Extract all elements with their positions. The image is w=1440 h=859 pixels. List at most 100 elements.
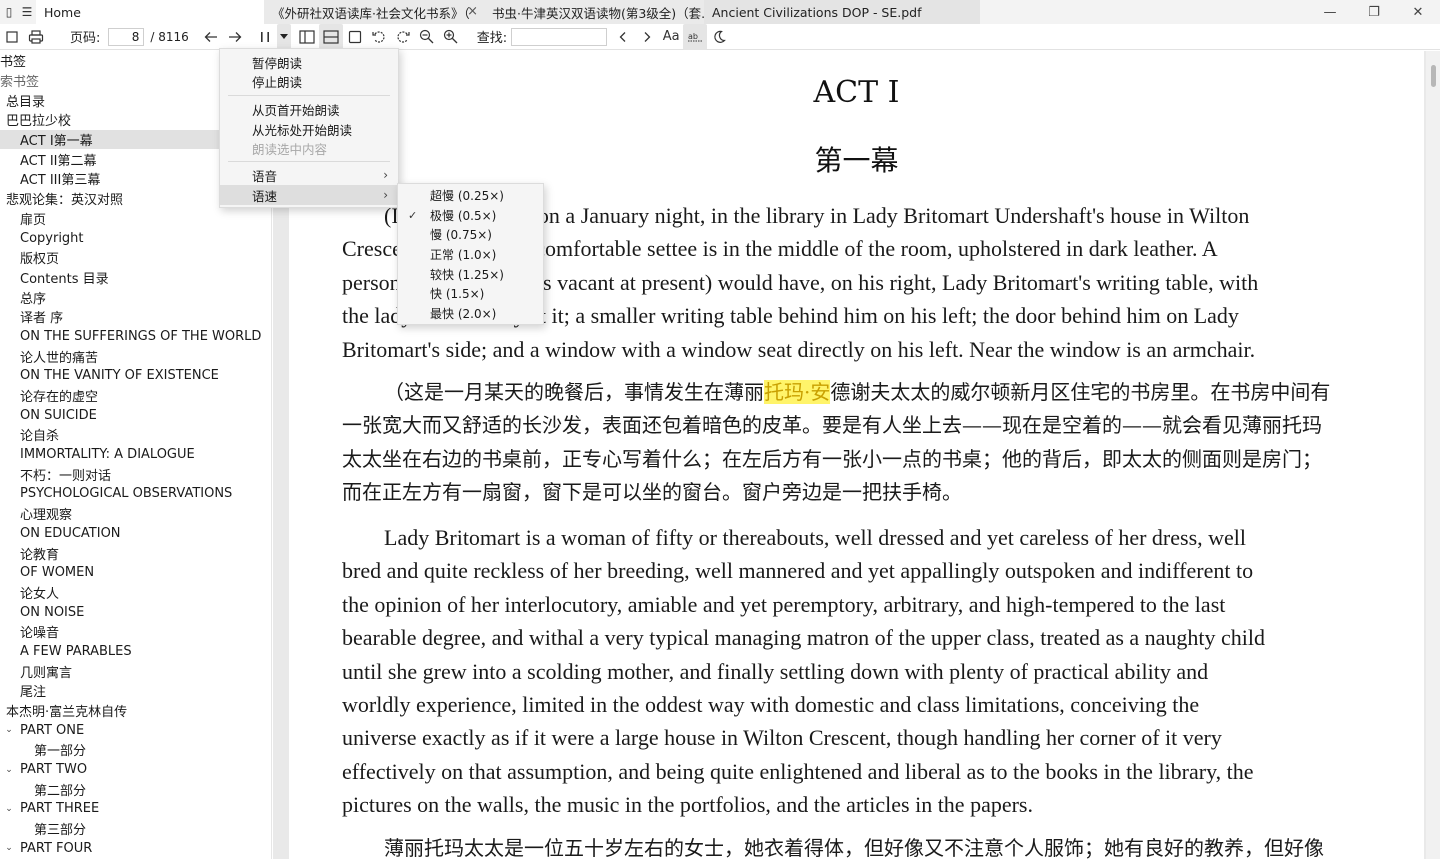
sidebar-item[interactable]: Contents 目录 bbox=[0, 268, 271, 288]
speed-option[interactable]: ✓ 极慢 (0.5×) bbox=[398, 206, 543, 226]
chevron-down-icon[interactable]: ⌄ bbox=[2, 843, 16, 853]
speed-option[interactable]: 快 (1.5×) bbox=[398, 284, 543, 304]
pause-reading-icon[interactable] bbox=[253, 24, 277, 50]
sidebar-item[interactable]: IMMORTALITY: A DIALOGUE bbox=[0, 445, 271, 465]
chevron-down-icon[interactable]: ⌄ bbox=[2, 804, 16, 814]
sidebar-item[interactable]: 论存在的虚空 bbox=[0, 386, 271, 406]
sidebar-item[interactable]: ⌄ PART FOUR bbox=[0, 839, 271, 859]
sidebar-item[interactable]: 版权页 bbox=[0, 248, 271, 268]
tab-close-icon[interactable]: × bbox=[467, 4, 478, 19]
sidebar-item[interactable]: 第三部分 bbox=[0, 819, 271, 839]
menu-item-speed[interactable]: 语速 › bbox=[220, 185, 398, 205]
sidebar-item[interactable]: 总序 bbox=[0, 287, 271, 307]
menu-item-pause-reading[interactable]: 暂停朗读 bbox=[220, 52, 398, 72]
find-next-icon[interactable] bbox=[635, 24, 659, 50]
sidebar-item[interactable]: 论教育 bbox=[0, 543, 271, 563]
find-prev-icon[interactable] bbox=[611, 24, 635, 50]
menu-divider bbox=[228, 95, 390, 96]
sidebar-item-label: ON THE VANITY OF EXISTENCE bbox=[20, 368, 219, 384]
sidebar-item[interactable]: Copyright bbox=[0, 228, 271, 248]
window-controls: — ❐ ✕ bbox=[1308, 0, 1440, 24]
sidebar-item[interactable]: ON NOISE bbox=[0, 602, 271, 622]
find-input[interactable] bbox=[511, 27, 608, 46]
menu-item-read-from-cursor[interactable]: 从光标处开始朗读 bbox=[220, 119, 398, 139]
sidebar-item[interactable]: OF WOMEN bbox=[0, 563, 271, 583]
tab-document-2[interactable]: 书虫·牛津英汉双语读物(第3级全)（套... bbox=[484, 0, 704, 24]
text-line: the opinion of her interlocutory, amiabl… bbox=[342, 591, 1226, 617]
scrollbar-thumb[interactable] bbox=[1431, 65, 1436, 87]
sidebar-item[interactable]: 论噪音 bbox=[0, 622, 271, 642]
document-viewport[interactable]: ACT I 第一幕 (It is after dinner on a Janua… bbox=[273, 51, 1440, 859]
chevron-down-icon[interactable]: ⌄ bbox=[2, 725, 16, 735]
sidebar-item[interactable]: ON EDUCATION bbox=[0, 524, 271, 544]
menu-item-read-from-page-top[interactable]: 从页首开始朗读 bbox=[220, 99, 398, 119]
page-number-input[interactable]: 8 bbox=[108, 27, 145, 46]
sidebar-item[interactable]: ON SUICIDE bbox=[0, 405, 271, 425]
page-total: / 8116 bbox=[150, 29, 189, 44]
sidebar-item-label: 巴巴拉少校 bbox=[6, 114, 72, 130]
sidebar-item-label: 第三部分 bbox=[34, 823, 87, 839]
sidebar-item[interactable]: 尾注 bbox=[0, 681, 271, 701]
sidebar-item[interactable]: ⌄ PART ONE bbox=[0, 720, 271, 740]
sidebar-item[interactable]: ON THE VANITY OF EXISTENCE bbox=[0, 366, 271, 386]
speed-option[interactable]: 超慢 (0.25×) bbox=[398, 186, 543, 206]
sidebar-item[interactable]: A FEW PARABLES bbox=[0, 642, 271, 662]
sidebar-item[interactable]: ON THE SUFFERINGS OF THE WORLD bbox=[0, 327, 271, 347]
close-icon[interactable]: ✕ bbox=[1396, 0, 1440, 24]
sidebar-item[interactable]: 第二部分 bbox=[0, 779, 271, 799]
text-line: 太太坐在右边的书桌前，正专心写着什么；在左后方有一张小一点的书桌；他的背后，即太… bbox=[342, 446, 1322, 471]
menu-label: 语音 bbox=[252, 168, 278, 184]
whole-word-icon[interactable]: ab bbox=[683, 23, 708, 50]
sidebar-item[interactable]: 论自杀 bbox=[0, 425, 271, 445]
menu-item-voice[interactable]: 语音 › bbox=[220, 165, 398, 185]
dark-mode-icon[interactable] bbox=[707, 24, 731, 50]
chevron-down-icon[interactable]: ⌄ bbox=[2, 765, 16, 775]
sidebar-item[interactable]: ⌄ PART TWO bbox=[0, 760, 271, 780]
sidebar-item[interactable]: PSYCHOLOGICAL OBSERVATIONS bbox=[0, 484, 271, 504]
sidebar-item[interactable]: 论人世的痛苦 bbox=[0, 346, 271, 366]
reading-dropdown-icon[interactable] bbox=[276, 23, 291, 50]
text-line: universe exactly as if it were a large h… bbox=[342, 725, 1222, 751]
speed-option[interactable]: 最快 (2.0×) bbox=[398, 304, 543, 324]
single-page-view-icon[interactable] bbox=[295, 24, 319, 50]
speed-option[interactable]: 慢 (0.75×) bbox=[398, 225, 543, 245]
menu-item-stop-reading[interactable]: 停止朗读 bbox=[220, 71, 398, 91]
submenu-arrow-icon: › bbox=[383, 168, 388, 182]
tab-document-3[interactable]: Ancient Civilizations DOP - SE.pdf bbox=[704, 0, 980, 24]
speed-option[interactable]: 正常 (1.0×) bbox=[398, 245, 543, 265]
zoom-in-icon[interactable] bbox=[439, 24, 463, 50]
next-page-icon[interactable] bbox=[223, 24, 247, 50]
text-line: 一张宽大而又舒适的长沙发，表面还包着暗色的皮革。要是有人坐上去——现在是空着的—… bbox=[342, 413, 1322, 438]
fit-page-icon[interactable] bbox=[343, 24, 367, 50]
sidebar-item[interactable]: ⌄ PART THREE bbox=[0, 799, 271, 819]
bookmark-panel-icon[interactable] bbox=[0, 24, 24, 50]
app-icon[interactable]: ▯ bbox=[0, 0, 18, 24]
sidebar-item[interactable]: 扉页 bbox=[0, 209, 271, 229]
restore-icon[interactable]: ❐ bbox=[1352, 0, 1396, 24]
sidebar-item[interactable]: 译者 序 bbox=[0, 307, 271, 327]
sidebar-item[interactable]: 第一部分 bbox=[0, 740, 271, 760]
sidebar-item-label: 几则寓言 bbox=[20, 665, 73, 681]
zoom-out-icon[interactable] bbox=[415, 24, 439, 50]
tab-home[interactable]: Home bbox=[36, 0, 264, 24]
vertical-scrollbar[interactable] bbox=[1426, 51, 1440, 859]
sidebar-item[interactable]: 不朽：一则对话 bbox=[0, 464, 271, 484]
speed-option[interactable]: 较快 (1.25×) bbox=[398, 265, 543, 285]
continuous-view-icon[interactable] bbox=[318, 23, 343, 50]
sidebar-item[interactable]: 心理观察 bbox=[0, 504, 271, 524]
tab-document-1[interactable]: 《外研社双语读库·社会文化书系》（ × bbox=[264, 0, 484, 24]
sidebar-item[interactable]: 论女人 bbox=[0, 583, 271, 603]
rotate-right-icon[interactable] bbox=[391, 24, 415, 50]
prev-page-icon[interactable] bbox=[199, 24, 223, 50]
rotate-left-icon[interactable] bbox=[367, 24, 391, 50]
print-icon[interactable] bbox=[24, 24, 48, 50]
menu-label: 朗读选中内容 bbox=[252, 141, 328, 157]
sidebar-item[interactable]: 本杰明·富兰克林自传 bbox=[0, 701, 271, 721]
minimize-icon[interactable]: — bbox=[1308, 0, 1352, 24]
match-case-icon[interactable]: Aa bbox=[659, 24, 683, 50]
sidebar-item-label: ON THE SUFFERINGS OF THE WORLD bbox=[20, 328, 262, 344]
paragraph-stage-directions-cn: （这是一月某天的晚餐后，事情发生在薄丽托玛·安德谢夫太太的威尔顿新月区住宅的书房… bbox=[342, 376, 1372, 510]
sidebar-item-label: 总目录 bbox=[6, 94, 46, 110]
menu-icon[interactable]: ☰ bbox=[18, 0, 36, 24]
sidebar-item[interactable]: 几则寓言 bbox=[0, 661, 271, 681]
